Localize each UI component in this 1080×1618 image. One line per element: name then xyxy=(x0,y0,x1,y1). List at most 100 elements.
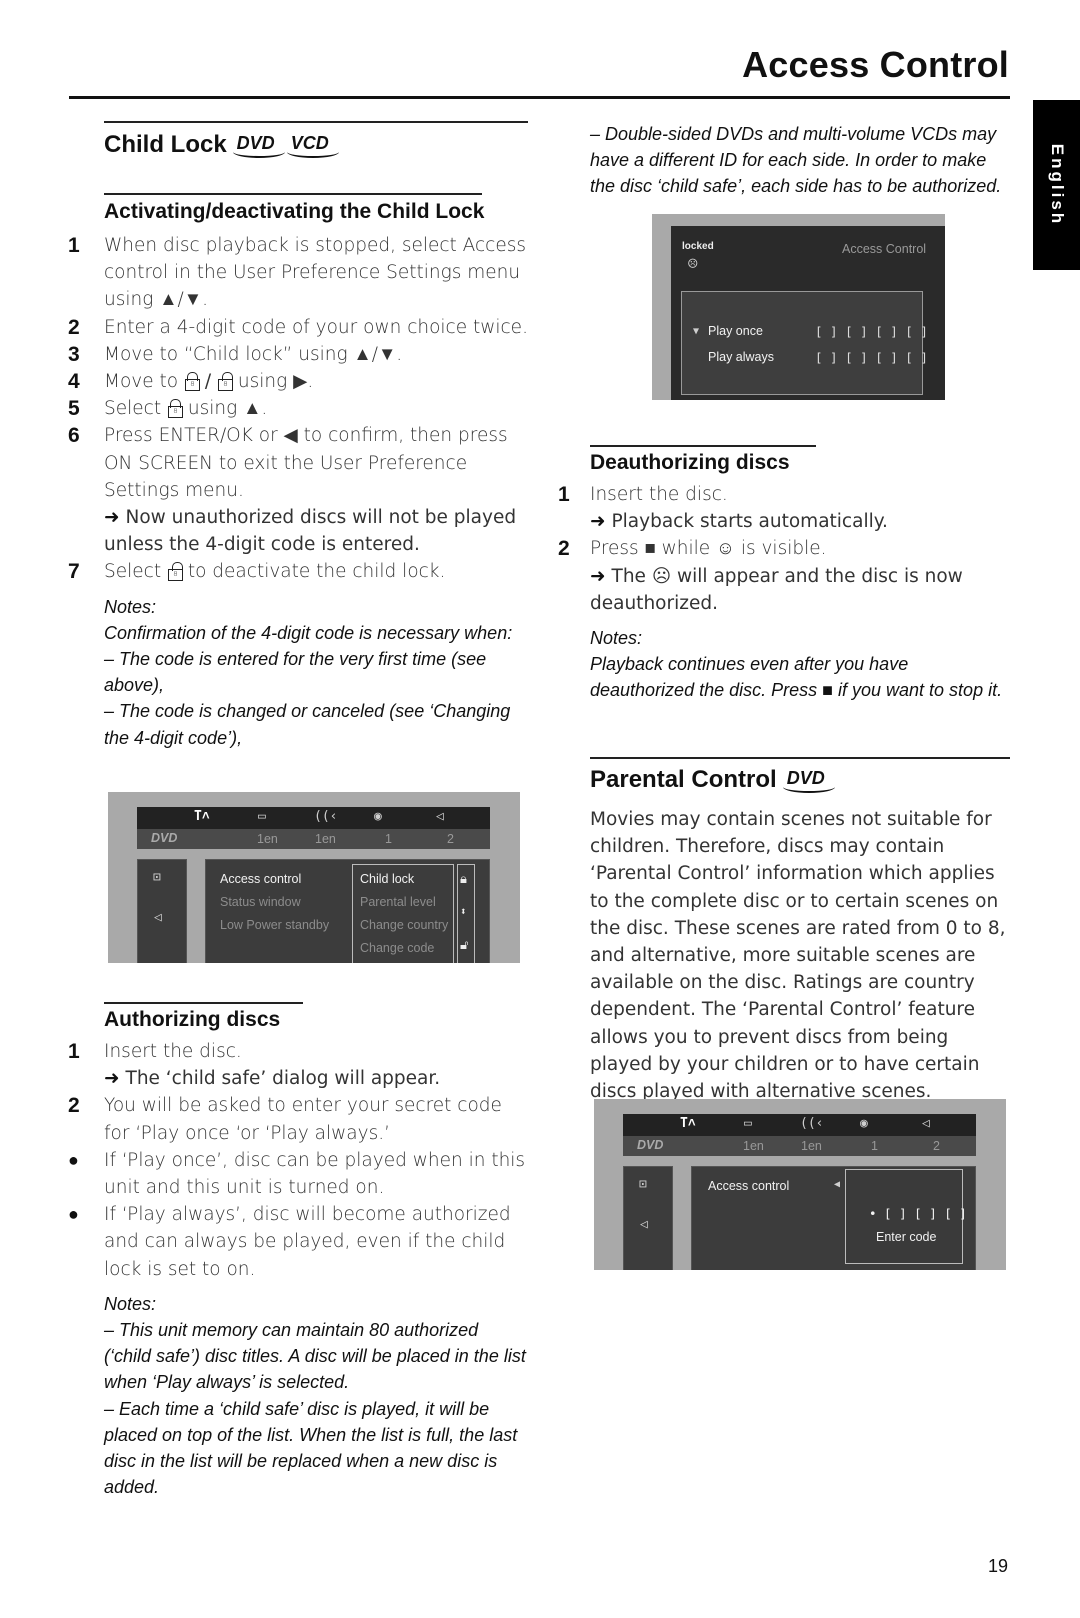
bullet-text: If ‘Play always’, disc will become autho… xyxy=(104,1204,511,1280)
step-text: You will be asked to enter your secret c… xyxy=(104,1095,502,1144)
arrow-right-icon: ➜ xyxy=(104,1068,120,1090)
double-sided-note: – Double-sided DVDs and multi-volume VCD… xyxy=(590,124,1002,197)
step-number: 1 xyxy=(558,483,570,506)
bullet-icon: ● xyxy=(68,1204,79,1226)
selection-triangle-icon: ▼ xyxy=(693,326,700,337)
step-text: Press ENTER/OK or ◀ to confirm, then pre… xyxy=(104,425,508,501)
osd-screenshot-child-lock: T˄ ▭ ((‹ ◉ ◁ DVD 1en 1en 1 2 ⊡ ◁ Access … xyxy=(108,792,520,963)
result-text: Now unauthorized discs will not be playe… xyxy=(104,507,517,556)
step-number: 4 xyxy=(68,370,80,394)
code-entry-field[interactable]: • [ ] [ ] [ ] xyxy=(869,1206,967,1221)
osd-menu-item: Access control xyxy=(708,1179,790,1193)
bar-value: 1 xyxy=(871,1139,878,1153)
step-6-result: ➜ Now unauthorized discs will not be play… xyxy=(104,504,528,558)
step-number: 2 xyxy=(558,537,570,561)
lock-open-icon xyxy=(217,372,233,392)
notes-heading: Notes: xyxy=(590,628,643,649)
authorizing-notes: Notes: – This unit memory can maintain 8… xyxy=(104,1291,528,1501)
right-column: – Double-sided DVDs and multi-volume VCD… xyxy=(558,121,1010,200)
speaker-icon: ◁ xyxy=(922,1116,930,1131)
dvd-logo-icon: DVD xyxy=(232,133,285,158)
step-text: Insert the disc. xyxy=(590,484,728,505)
result-text: The xyxy=(611,565,646,587)
step-number: 2 xyxy=(68,1094,80,1118)
bar-value: 2 xyxy=(447,832,454,846)
note-line: – Each time a ‘child safe’ disc is playe… xyxy=(104,1398,518,1498)
step-text: to deactivate the child lock. xyxy=(187,561,446,583)
speaker-icon: ◁ xyxy=(436,809,444,824)
step-text: using ▲. xyxy=(187,398,268,420)
note-line: Confirmation of the 4-digit code is nece… xyxy=(104,622,513,643)
deauth-step-2: 2 Press ■ while ☺ is visible. xyxy=(558,535,1010,562)
note-line: – The code is changed or canceled (see ‘… xyxy=(104,701,511,748)
step-number: 5 xyxy=(68,397,80,421)
osd-header: Access Control xyxy=(842,242,927,256)
parental-control-body: Movies may contain scenes not suitable f… xyxy=(590,809,1006,1103)
option-play-once[interactable]: Play once xyxy=(708,324,763,338)
settings-tools-icon: T˄ xyxy=(194,809,210,824)
auth-bullet: ● If ‘Play always’, disc will become auth… xyxy=(68,1201,528,1283)
step-number: 3 xyxy=(68,342,80,366)
subtitle-icon: ▭ xyxy=(744,1116,752,1131)
bullet-text: If ‘Play once’, disc can be played when … xyxy=(104,1149,526,1199)
lock-open-icon: 🔓︎ xyxy=(460,938,469,953)
activating-heading: Activating/deactivating the Child Lock xyxy=(104,200,485,223)
step-4: 4 Move to / using ▶. xyxy=(68,368,528,395)
speaker-icon: ◁ xyxy=(154,910,162,925)
step-number: 7 xyxy=(68,560,80,584)
child-lock-notes: Notes: Confirmation of the 4-digit code … xyxy=(104,594,528,751)
bar-value: 1en xyxy=(257,832,278,846)
audio-language-icon: ((‹ xyxy=(314,809,338,824)
left-column: Child Lock DVD VCD Activating/deactivati… xyxy=(68,121,528,751)
disc-icon: ◉ xyxy=(860,1116,868,1131)
subsection-rule xyxy=(104,1002,303,1004)
step-text: Select xyxy=(104,398,162,420)
deauthorizing-section: Deauthorizing discs 1 Insert the disc. ➜ P… xyxy=(558,445,1010,704)
lock-closed-icon xyxy=(167,399,183,419)
osd-screenshot-enter-code: T˄ ▭ ((‹ ◉ ◁ DVD 1en 1en 1 2 ⊡ ◁ Access … xyxy=(594,1099,1006,1270)
display-icon: ⊡ xyxy=(639,1177,647,1192)
title-rule xyxy=(69,96,1010,99)
note-line: – The code is entered for the very first… xyxy=(104,649,487,696)
step-text: is visible. xyxy=(740,538,827,560)
frown-face-icon: ☹ xyxy=(651,565,672,587)
step-text: Select xyxy=(104,561,162,583)
notes-heading: Notes: xyxy=(104,596,157,617)
subtitle-icon: ▭ xyxy=(258,809,266,824)
subsection-rule xyxy=(590,445,816,447)
subsection-rule xyxy=(104,193,482,195)
dvd-osd-logo: DVD xyxy=(637,1138,664,1152)
authorizing-heading: Authorizing discs xyxy=(104,1008,281,1031)
dvd-osd-logo: DVD xyxy=(151,831,178,845)
bar-value: 1en xyxy=(743,1139,764,1153)
note-line: Playback continues even after you have d… xyxy=(590,654,1003,701)
code-slots[interactable]: [ ] [ ] [ ] [ ] xyxy=(815,324,928,339)
arrow-right-icon: ➜ xyxy=(104,507,120,529)
smile-face-icon: ☺ xyxy=(716,538,735,560)
step-text: Enter a 4-digit code of your own choice … xyxy=(104,316,528,338)
step-6: 6 Press ENTER/OK or ◀ to confirm, then pr… xyxy=(68,422,528,504)
osd-menu-item: Status window xyxy=(220,895,301,909)
auth-step-1-result: ➜ The ‘child safe’ dialog will appear. xyxy=(104,1065,528,1092)
left-arrow-icon: ◀ xyxy=(834,1179,841,1190)
option-play-always[interactable]: Play always xyxy=(708,350,774,364)
page-title: Access Control xyxy=(742,44,1009,85)
parental-control-title: Parental Control xyxy=(590,766,777,793)
result-text: will appear and the disc is now deauthor… xyxy=(590,565,963,614)
deauth-step-1-result: ➜ Playback starts automatically. xyxy=(590,508,1010,535)
osd-submenu-item: Change country xyxy=(360,918,449,932)
bar-value: 1 xyxy=(385,832,392,846)
step-2: 2 Enter a 4-digit code of your own choice… xyxy=(68,314,528,341)
notes-heading: Notes: xyxy=(104,1293,157,1314)
osd-menu-item: Low Power standby xyxy=(220,918,330,932)
lock-closed-icon xyxy=(184,372,200,392)
step-text: When disc playback is stopped, select Ac… xyxy=(104,235,527,311)
osd-screenshot-child-safe: locked ☹ Access Control ▼ Play once Play… xyxy=(652,214,945,400)
osd-submenu-item: Change code xyxy=(360,941,435,955)
section-rule xyxy=(590,757,1010,759)
language-tab-label: English xyxy=(1047,143,1067,227)
locked-status: locked xyxy=(682,241,714,252)
disc-icon: ◉ xyxy=(374,809,382,824)
result-text: The ‘child safe’ dialog will appear. xyxy=(125,1068,441,1090)
code-slots[interactable]: [ ] [ ] [ ] [ ] xyxy=(815,350,928,365)
